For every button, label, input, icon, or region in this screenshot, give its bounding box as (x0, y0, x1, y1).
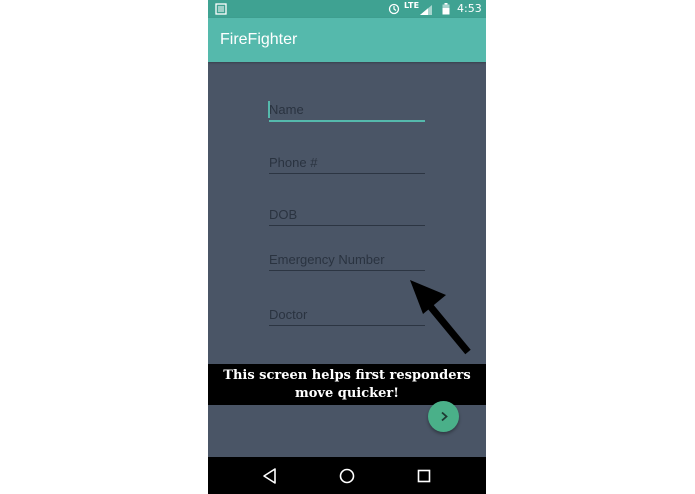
cell-signal-icon (420, 5, 432, 15)
emergency-number-field-hint: Emergency Number (269, 252, 385, 267)
annotation-arrow-icon (410, 280, 471, 355)
news-icon (215, 3, 227, 15)
battery-icon (442, 3, 450, 15)
phone-field[interactable]: Phone # (269, 149, 425, 174)
recent-apps-square-icon[interactable] (414, 466, 434, 486)
caption-line-1: This screen helps first responders (223, 368, 471, 383)
emergency-number-field[interactable]: Emergency Number (269, 246, 425, 271)
chevron-right-icon (441, 411, 448, 422)
phone-field-hint: Phone # (269, 155, 318, 170)
dob-field[interactable]: DOB (269, 201, 425, 226)
next-button[interactable] (428, 401, 459, 432)
network-type-label: LTE (404, 1, 420, 10)
app-title: FireFighter (220, 31, 298, 48)
sync-icon (388, 3, 400, 15)
app-bar: FireFighter (208, 18, 486, 62)
name-field[interactable]: Name (268, 96, 425, 122)
doctor-field-hint: Doctor (269, 307, 308, 322)
dob-field-hint: DOB (269, 207, 298, 222)
doctor-field[interactable]: Doctor (269, 301, 425, 326)
status-bar: LTE 4:53 (208, 0, 486, 18)
phone-screen: LTE 4:53 FireFighter Name Phone # DOB Em… (208, 0, 486, 494)
clock: 4:53 (457, 2, 482, 15)
name-field-hint: Name (269, 102, 304, 117)
home-circle-icon[interactable] (337, 466, 357, 486)
caption-banner: This screen helps first responders move … (208, 364, 486, 405)
navigation-bar (208, 457, 486, 494)
back-triangle-icon[interactable] (260, 466, 280, 486)
